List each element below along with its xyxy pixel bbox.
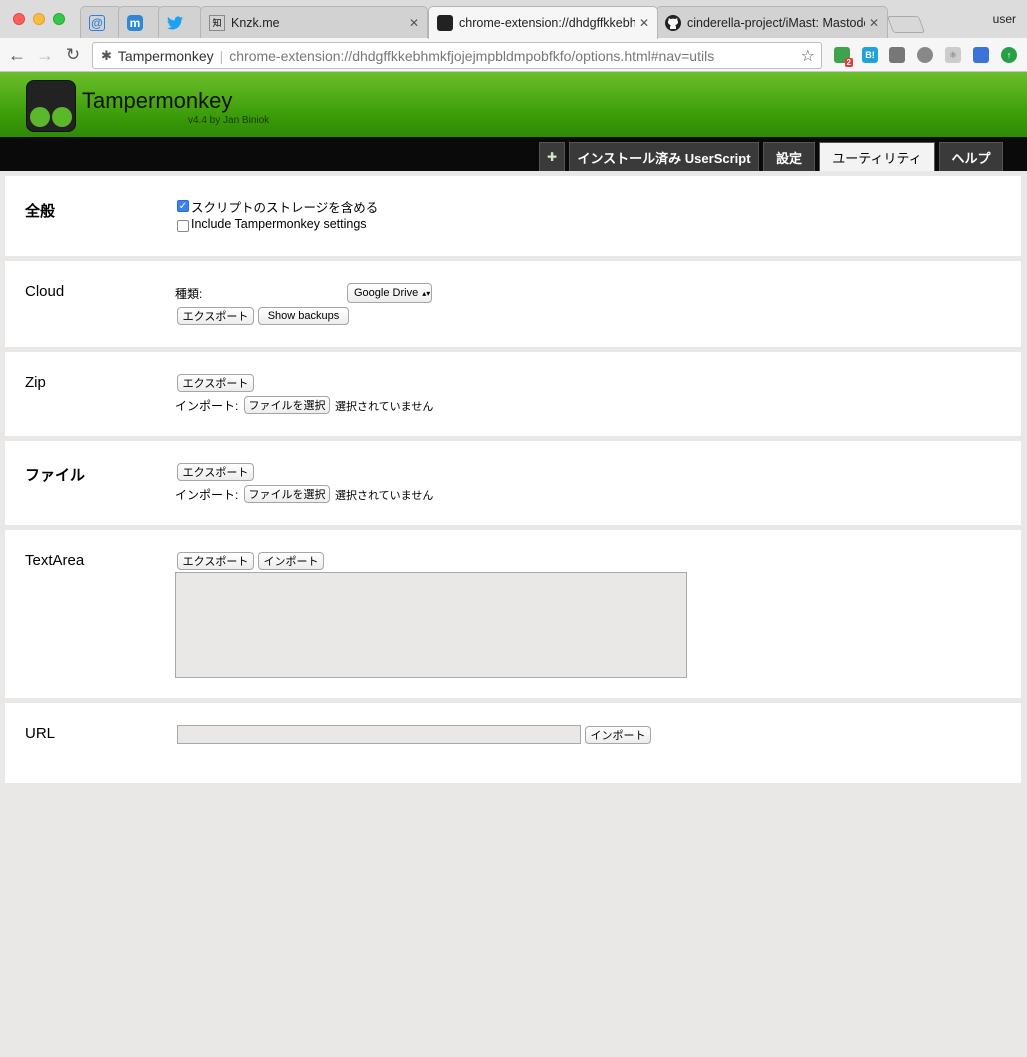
browser-tab-strip: @ m 知 Knzk.me ✕ chrome-extension://dhdgf… [0, 0, 1027, 39]
back-arrow-icon[interactable]: ← [6, 44, 28, 66]
tab-close-icon[interactable]: ✕ [869, 16, 879, 30]
zip-choose-file-button[interactable]: ファイルを選択 [244, 396, 330, 414]
cloud-export-button[interactable]: エクスポート [177, 307, 254, 325]
zip-no-file-text: 選択されていません [335, 401, 434, 413]
tab-title: chrome-extension://dhdgffkkebhmkfjojejmp… [459, 16, 635, 30]
tampermonkey-toolbar-icon[interactable] [889, 47, 905, 63]
section-general-label: 全般 [25, 203, 56, 220]
omnibox-separator: | [219, 47, 224, 64]
profile-user-label[interactable]: user [993, 12, 1016, 26]
textarea-input[interactable] [175, 572, 687, 678]
tab-title: cinderella-project/iMast: Mastodon [687, 15, 865, 30]
hatena-bookmark-icon[interactable]: B! [862, 47, 878, 63]
app-title: Tampermonkey [82, 88, 233, 113]
tampermonkey-logo [26, 80, 76, 132]
browser-tab-github[interactable]: cinderella-project/iMast: Mastodon ✕ [656, 6, 888, 38]
tab-title: Knzk.me [231, 15, 280, 30]
browser-tab-mastodon[interactable]: m [118, 6, 162, 38]
knzk-icon: 知 [209, 14, 225, 31]
textarea-export-button[interactable]: エクスポート [177, 552, 254, 570]
section-file-label: ファイル [25, 467, 86, 484]
github-icon [665, 14, 681, 31]
section-textarea: TextArea エクスポート インポート [5, 530, 1021, 698]
file-no-file-text: 選択されていません [335, 490, 434, 502]
section-url: URL インポート [5, 703, 1021, 783]
new-script-tab[interactable]: ✚ [539, 142, 565, 171]
ublock-icon[interactable] [917, 47, 933, 63]
include-storage-checkbox[interactable]: ✓ [177, 200, 189, 212]
cloud-type-select[interactable]: Google Drive ▴▾ [347, 283, 432, 303]
tab-close-icon[interactable]: ✕ [639, 16, 649, 30]
file-import-label: インポート: [175, 488, 239, 502]
tab-utilities[interactable]: ユーティリティ [819, 142, 935, 171]
puzzle-extension-icon: ✱ [101, 47, 112, 63]
tab-settings[interactable]: 設定 [763, 142, 815, 171]
app-version: v4.4 by Jan Biniok [188, 115, 270, 126]
chat-bubble-icon[interactable] [973, 47, 989, 63]
browser-tab-tampermonkey[interactable]: chrome-extension://dhdgffkkebhmkfjojejmp… [428, 6, 658, 39]
forward-arrow-icon[interactable]: → [34, 44, 56, 66]
textarea-import-button[interactable]: インポート [258, 552, 324, 570]
extension-badge-icon[interactable]: 2 [834, 47, 853, 67]
new-tab-button[interactable] [886, 16, 926, 33]
window-maximize-button[interactable] [53, 13, 65, 25]
react-devtools-icon[interactable]: ⚛ [945, 47, 961, 63]
mastodon-icon: m [127, 14, 143, 31]
section-url-label: URL [25, 725, 56, 742]
window-minimize-button[interactable] [33, 13, 45, 25]
section-zip: Zip エクスポート インポート: ファイルを選択 選択されていません [5, 352, 1021, 436]
include-storage-label: スクリプトのストレージを含める [191, 201, 379, 215]
omnibox-url: chrome-extension://dhdgffkkebhmkfjojejmp… [229, 47, 715, 64]
logo-right-eye [52, 107, 72, 127]
bookmark-star-icon[interactable]: ☆ [801, 46, 815, 66]
plus-script-icon: ✚ [546, 150, 558, 164]
extension-badge-count: 2 [844, 58, 853, 67]
tampermonkey-header: Tampermonkey v4.4 by Jan Biniok [0, 72, 1027, 137]
omnibox-extension-name: Tampermonkey [117, 47, 214, 64]
tampermonkey-icon [437, 15, 453, 31]
include-settings-checkbox[interactable] [177, 220, 189, 232]
zip-import-label: インポート: [175, 399, 239, 413]
window-close-button[interactable] [13, 13, 25, 25]
file-choose-file-button[interactable]: ファイルを選択 [244, 485, 330, 503]
upload-arrow-icon[interactable]: ↑ [1001, 47, 1017, 63]
reload-icon[interactable]: ↻ [62, 44, 84, 66]
section-textarea-label: TextArea [25, 552, 85, 569]
section-zip-label: Zip [25, 374, 46, 391]
browser-tab-knzk[interactable]: 知 Knzk.me ✕ [200, 6, 428, 38]
url-input[interactable] [177, 725, 581, 744]
tab-installed-userscripts[interactable]: インストール済み UserScript [569, 142, 759, 171]
browser-toolbar: ← → ↻ ✱ Tampermonkey | chrome-extension:… [0, 38, 1027, 72]
url-import-button[interactable]: インポート [585, 726, 651, 744]
browser-tab-at[interactable]: @ [80, 6, 122, 38]
twitter-icon [167, 15, 183, 31]
section-cloud: Cloud 種類: Google Drive ▴▾ エクスポート Show ba… [5, 261, 1021, 347]
cloud-type-label: 種類: [175, 287, 203, 301]
zip-export-button[interactable]: エクスポート [177, 374, 254, 392]
at-icon: @ [89, 14, 105, 31]
select-arrows-icon: ▴▾ [422, 288, 431, 298]
browser-tab-twitter[interactable] [158, 6, 202, 38]
tampermonkey-nav: ✚ インストール済み UserScript 設定 ユーティリティ ヘルプ [0, 137, 1027, 171]
section-general: 全般 ✓ スクリプトのストレージを含める Include Tampermonke… [5, 176, 1021, 256]
logo-left-eye [30, 107, 50, 127]
section-cloud-label: Cloud [25, 283, 65, 300]
show-backups-button[interactable]: Show backups [258, 307, 349, 325]
tab-close-icon[interactable]: ✕ [409, 16, 419, 30]
cloud-type-value: Google Drive [354, 287, 419, 299]
section-file: ファイル エクスポート インポート: ファイルを選択 選択されていません [5, 441, 1021, 525]
include-settings-label: Include Tampermonkey settings [191, 217, 367, 231]
file-export-button[interactable]: エクスポート [177, 463, 254, 481]
tab-help[interactable]: ヘルプ [939, 142, 1003, 171]
address-bar[interactable]: ✱ Tampermonkey | chrome-extension://dhdg… [92, 42, 822, 69]
